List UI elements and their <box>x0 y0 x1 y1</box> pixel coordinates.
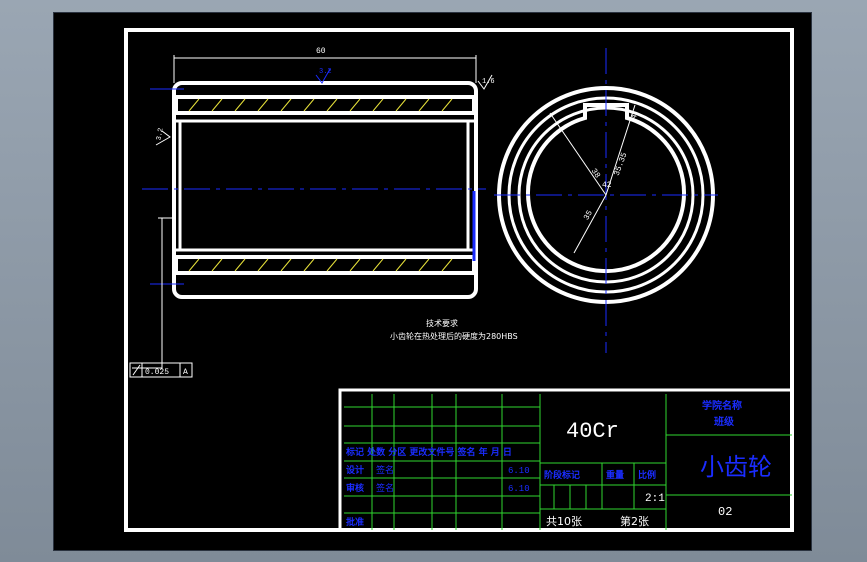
title-block: 40Cr 小齿轮 学院名称 班级 02 2:1 共10张 第2张 标记 处数 分… <box>338 388 794 532</box>
header-cells: 标记 处数 分区 更改文件号 签名 年 月 日 <box>345 446 512 458</box>
school-line2: 班级 <box>714 415 735 428</box>
ratio-label: 比例 <box>638 469 656 481</box>
school-line1: 学院名称 <box>702 399 742 412</box>
end-view: 38 35.35 35 42 4 <box>494 48 718 353</box>
dim-line-35 <box>573 194 607 254</box>
cad-drawing: 60 3.2 1.6 3.2 0.025 A 38 35.35 35 42 4 … <box>124 28 794 532</box>
drawing-number: 02 <box>718 505 732 519</box>
date-1: 6.10 <box>508 466 530 476</box>
mass-label: 重量 <box>606 469 624 481</box>
tolerance-datum: A <box>183 368 188 377</box>
sheet-total: 共10张 <box>546 515 582 528</box>
roughness-top-text: 3.2 <box>319 68 332 76</box>
roughness-left-text: 3.2 <box>155 127 165 141</box>
weight-label: 阶段标记 <box>544 469 580 481</box>
length-dim-text: 60 <box>316 47 326 56</box>
dim-35: 35 <box>582 209 595 222</box>
signature-1: 签名 <box>376 464 394 476</box>
material: 40Cr <box>566 419 619 444</box>
dim-line-38 <box>549 112 607 196</box>
signature-2: 签名 <box>376 482 394 494</box>
designer-label: 设计 <box>346 464 364 476</box>
tolerance-value: 0.025 <box>145 368 169 377</box>
tolerance-symbol-icon <box>132 364 141 376</box>
dim-42: 42 <box>602 181 612 190</box>
sheet-index: 第2张 <box>620 514 649 528</box>
part-name: 小齿轮 <box>700 453 772 481</box>
scale: 2:1 <box>645 493 665 505</box>
dim-3535: 35.35 <box>613 151 630 177</box>
cad-viewport: 60 3.2 1.6 3.2 0.025 A 38 35.35 35 42 4 … <box>0 0 867 562</box>
tech-req-title: 技术要求 <box>426 318 458 328</box>
date-2: 6.10 <box>508 484 530 494</box>
dim-38: 38 <box>589 167 602 180</box>
drawing-canvas[interactable]: 60 3.2 1.6 3.2 0.025 A 38 35.35 35 42 4 … <box>54 13 811 550</box>
tech-req-text: 小齿轮在热处理后的硬度为280HBS <box>390 331 518 341</box>
roughness-right-text: 1.6 <box>482 78 495 86</box>
checker-label: 审核 <box>346 482 364 494</box>
tolerance-leader <box>132 218 163 369</box>
approve-label: 批准 <box>346 516 364 528</box>
